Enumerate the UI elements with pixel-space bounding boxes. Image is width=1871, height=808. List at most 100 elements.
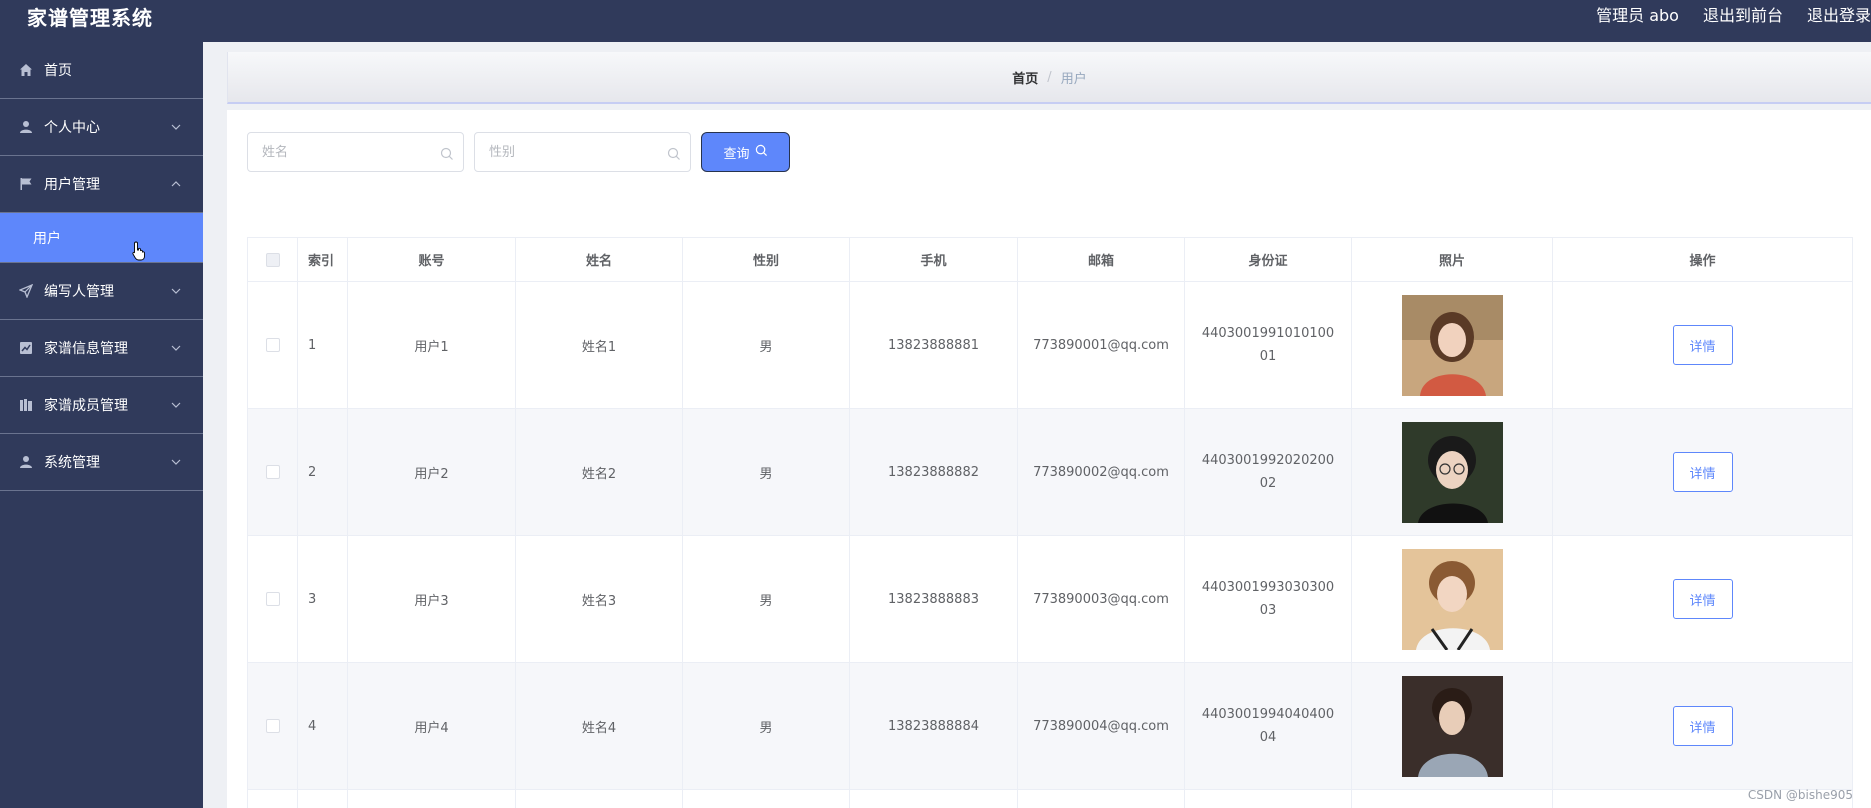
cell-phone: 13823888882: [849, 408, 1018, 536]
cell-gender: 男: [682, 408, 850, 536]
user-icon: [18, 119, 34, 135]
gender-search-input[interactable]: [475, 133, 690, 171]
exit-front-link[interactable]: 退出到前台: [1703, 2, 1783, 26]
name-search-box: [247, 132, 464, 172]
row-select-cell: [247, 281, 298, 409]
chevron-down-icon: [169, 120, 183, 134]
cell-email: 773890001@qq.com: [1017, 281, 1185, 409]
book-icon: [18, 397, 34, 413]
cell-name: [515, 789, 683, 808]
column-header: 姓名: [515, 237, 683, 282]
sidebar-subitem-user[interactable]: 用户: [0, 213, 203, 263]
sidebar-item-label: 家谱信息管理: [44, 341, 128, 357]
cell-index: 2: [297, 408, 348, 536]
select-all-cell: [247, 237, 298, 282]
user-icon: [18, 454, 34, 470]
user-photo: [1401, 675, 1503, 777]
row-checkbox[interactable]: [265, 465, 280, 479]
chevron-down-icon: [169, 455, 183, 469]
idcard-text: 440300199404040004: [1201, 707, 1335, 745]
cell-account: 用户1: [347, 281, 516, 409]
cell-index: [297, 789, 348, 808]
logout-link[interactable]: 退出登录: [1807, 2, 1871, 26]
sidebar-item-label: 编写人管理: [44, 284, 114, 300]
cell-account: [347, 789, 516, 808]
table-row: 2 用户2 姓名2 男 13823888882 773890002@qq.com…: [247, 408, 1853, 536]
cell-photo: [1351, 281, 1553, 409]
row-select-cell: [247, 408, 298, 536]
sidebar-item-writer-management[interactable]: 编写人管理: [0, 263, 203, 320]
chevron-down-icon: [169, 398, 183, 412]
breadcrumb: 首页 / 用户: [227, 52, 1871, 104]
chevron-down-icon: [169, 284, 183, 298]
chevron-down-icon: [169, 341, 183, 355]
table-row: 4 用户4 姓名4 男 13823888884 773890004@qq.com…: [247, 662, 1853, 790]
table-row: [247, 789, 1853, 808]
column-header: 邮箱: [1017, 237, 1185, 282]
content-panel: 查询 索引 账号 姓名 性别 手机 邮箱: [227, 110, 1871, 808]
main-area: 首页 / 用户 查询: [203, 42, 1871, 808]
column-header: 索引: [297, 237, 348, 282]
top-bar: 家谱管理系统 管理员 abo 退出到前台 退出登录: [0, 0, 1871, 42]
cell-index: 3: [297, 535, 348, 663]
sidebar-item-label: 首页: [44, 63, 72, 79]
sidebar-item-home[interactable]: 首页: [0, 42, 203, 99]
chart-icon: [18, 340, 34, 356]
cell-idcard: 440300199101010001: [1184, 281, 1352, 409]
column-header: 账号: [347, 237, 516, 282]
cell-gender: 男: [682, 662, 850, 790]
cell-account: 用户2: [347, 408, 516, 536]
row-select-cell: [247, 789, 298, 808]
cell-gender: [682, 789, 850, 808]
detail-button[interactable]: 详情: [1672, 325, 1733, 365]
sidebar-item-label: 系统管理: [44, 455, 100, 471]
cell-idcard: 440300199303030003: [1184, 535, 1352, 663]
idcard-text: 440300199101010001: [1201, 326, 1335, 364]
user-photo: [1401, 421, 1503, 523]
cell-email: 773890002@qq.com: [1017, 408, 1185, 536]
cell-name: 姓名2: [515, 408, 683, 536]
breadcrumb-current: 用户: [1060, 71, 1087, 87]
row-checkbox[interactable]: [265, 719, 280, 733]
idcard-text: 440300199202020002: [1201, 453, 1335, 491]
table-row: 1 用户1 姓名1 男 13823888881 773890001@qq.com…: [247, 281, 1853, 409]
app-title: 家谱管理系统: [27, 6, 153, 30]
sidebar-item-genealogy-members[interactable]: 家谱成员管理: [0, 377, 203, 434]
search-icon: [440, 146, 454, 160]
sidebar-item-system-management[interactable]: 系统管理: [0, 434, 203, 491]
breadcrumb-separator: /: [1047, 69, 1052, 85]
sidebar-subitem-label: 用户: [33, 230, 61, 247]
column-header: 操作: [1552, 237, 1853, 282]
detail-button[interactable]: 详情: [1672, 579, 1733, 619]
user-photo: [1401, 548, 1503, 651]
detail-button[interactable]: 详情: [1672, 706, 1733, 746]
cell-email: 773890004@qq.com: [1017, 662, 1185, 790]
flag-icon: [18, 176, 34, 192]
select-all-checkbox[interactable]: [265, 252, 280, 267]
sidebar-item-label: 家谱成员管理: [44, 398, 128, 414]
row-checkbox[interactable]: [265, 592, 280, 606]
query-button[interactable]: 查询: [701, 132, 790, 172]
column-header: 手机: [849, 237, 1018, 282]
search-icon: [755, 144, 768, 161]
name-search-input[interactable]: [248, 133, 463, 171]
cell-email: [1017, 789, 1185, 808]
cell-action: 详情: [1552, 408, 1853, 536]
detail-button[interactable]: 详情: [1672, 452, 1733, 492]
sidebar-item-genealogy-info[interactable]: 家谱信息管理: [0, 320, 203, 377]
cell-action: 详情: [1552, 662, 1853, 790]
row-checkbox[interactable]: [265, 338, 280, 352]
sidebar-item-user-management[interactable]: 用户管理: [0, 156, 203, 213]
cell-name: 姓名4: [515, 662, 683, 790]
sidebar-item-personal-center[interactable]: 个人中心: [0, 99, 203, 156]
cell-photo: [1351, 789, 1553, 808]
breadcrumb-home[interactable]: 首页: [1012, 68, 1038, 87]
cell-email: 773890003@qq.com: [1017, 535, 1185, 663]
search-icon: [667, 146, 681, 160]
search-bar: 查询: [247, 132, 790, 172]
cell-photo: [1351, 408, 1553, 536]
cell-phone: 13823888883: [849, 535, 1018, 663]
cell-gender: 男: [682, 535, 850, 663]
row-select-cell: [247, 535, 298, 663]
table-header-row: 索引 账号 姓名 性别 手机 邮箱 身份证 照片 操作: [247, 237, 1853, 282]
